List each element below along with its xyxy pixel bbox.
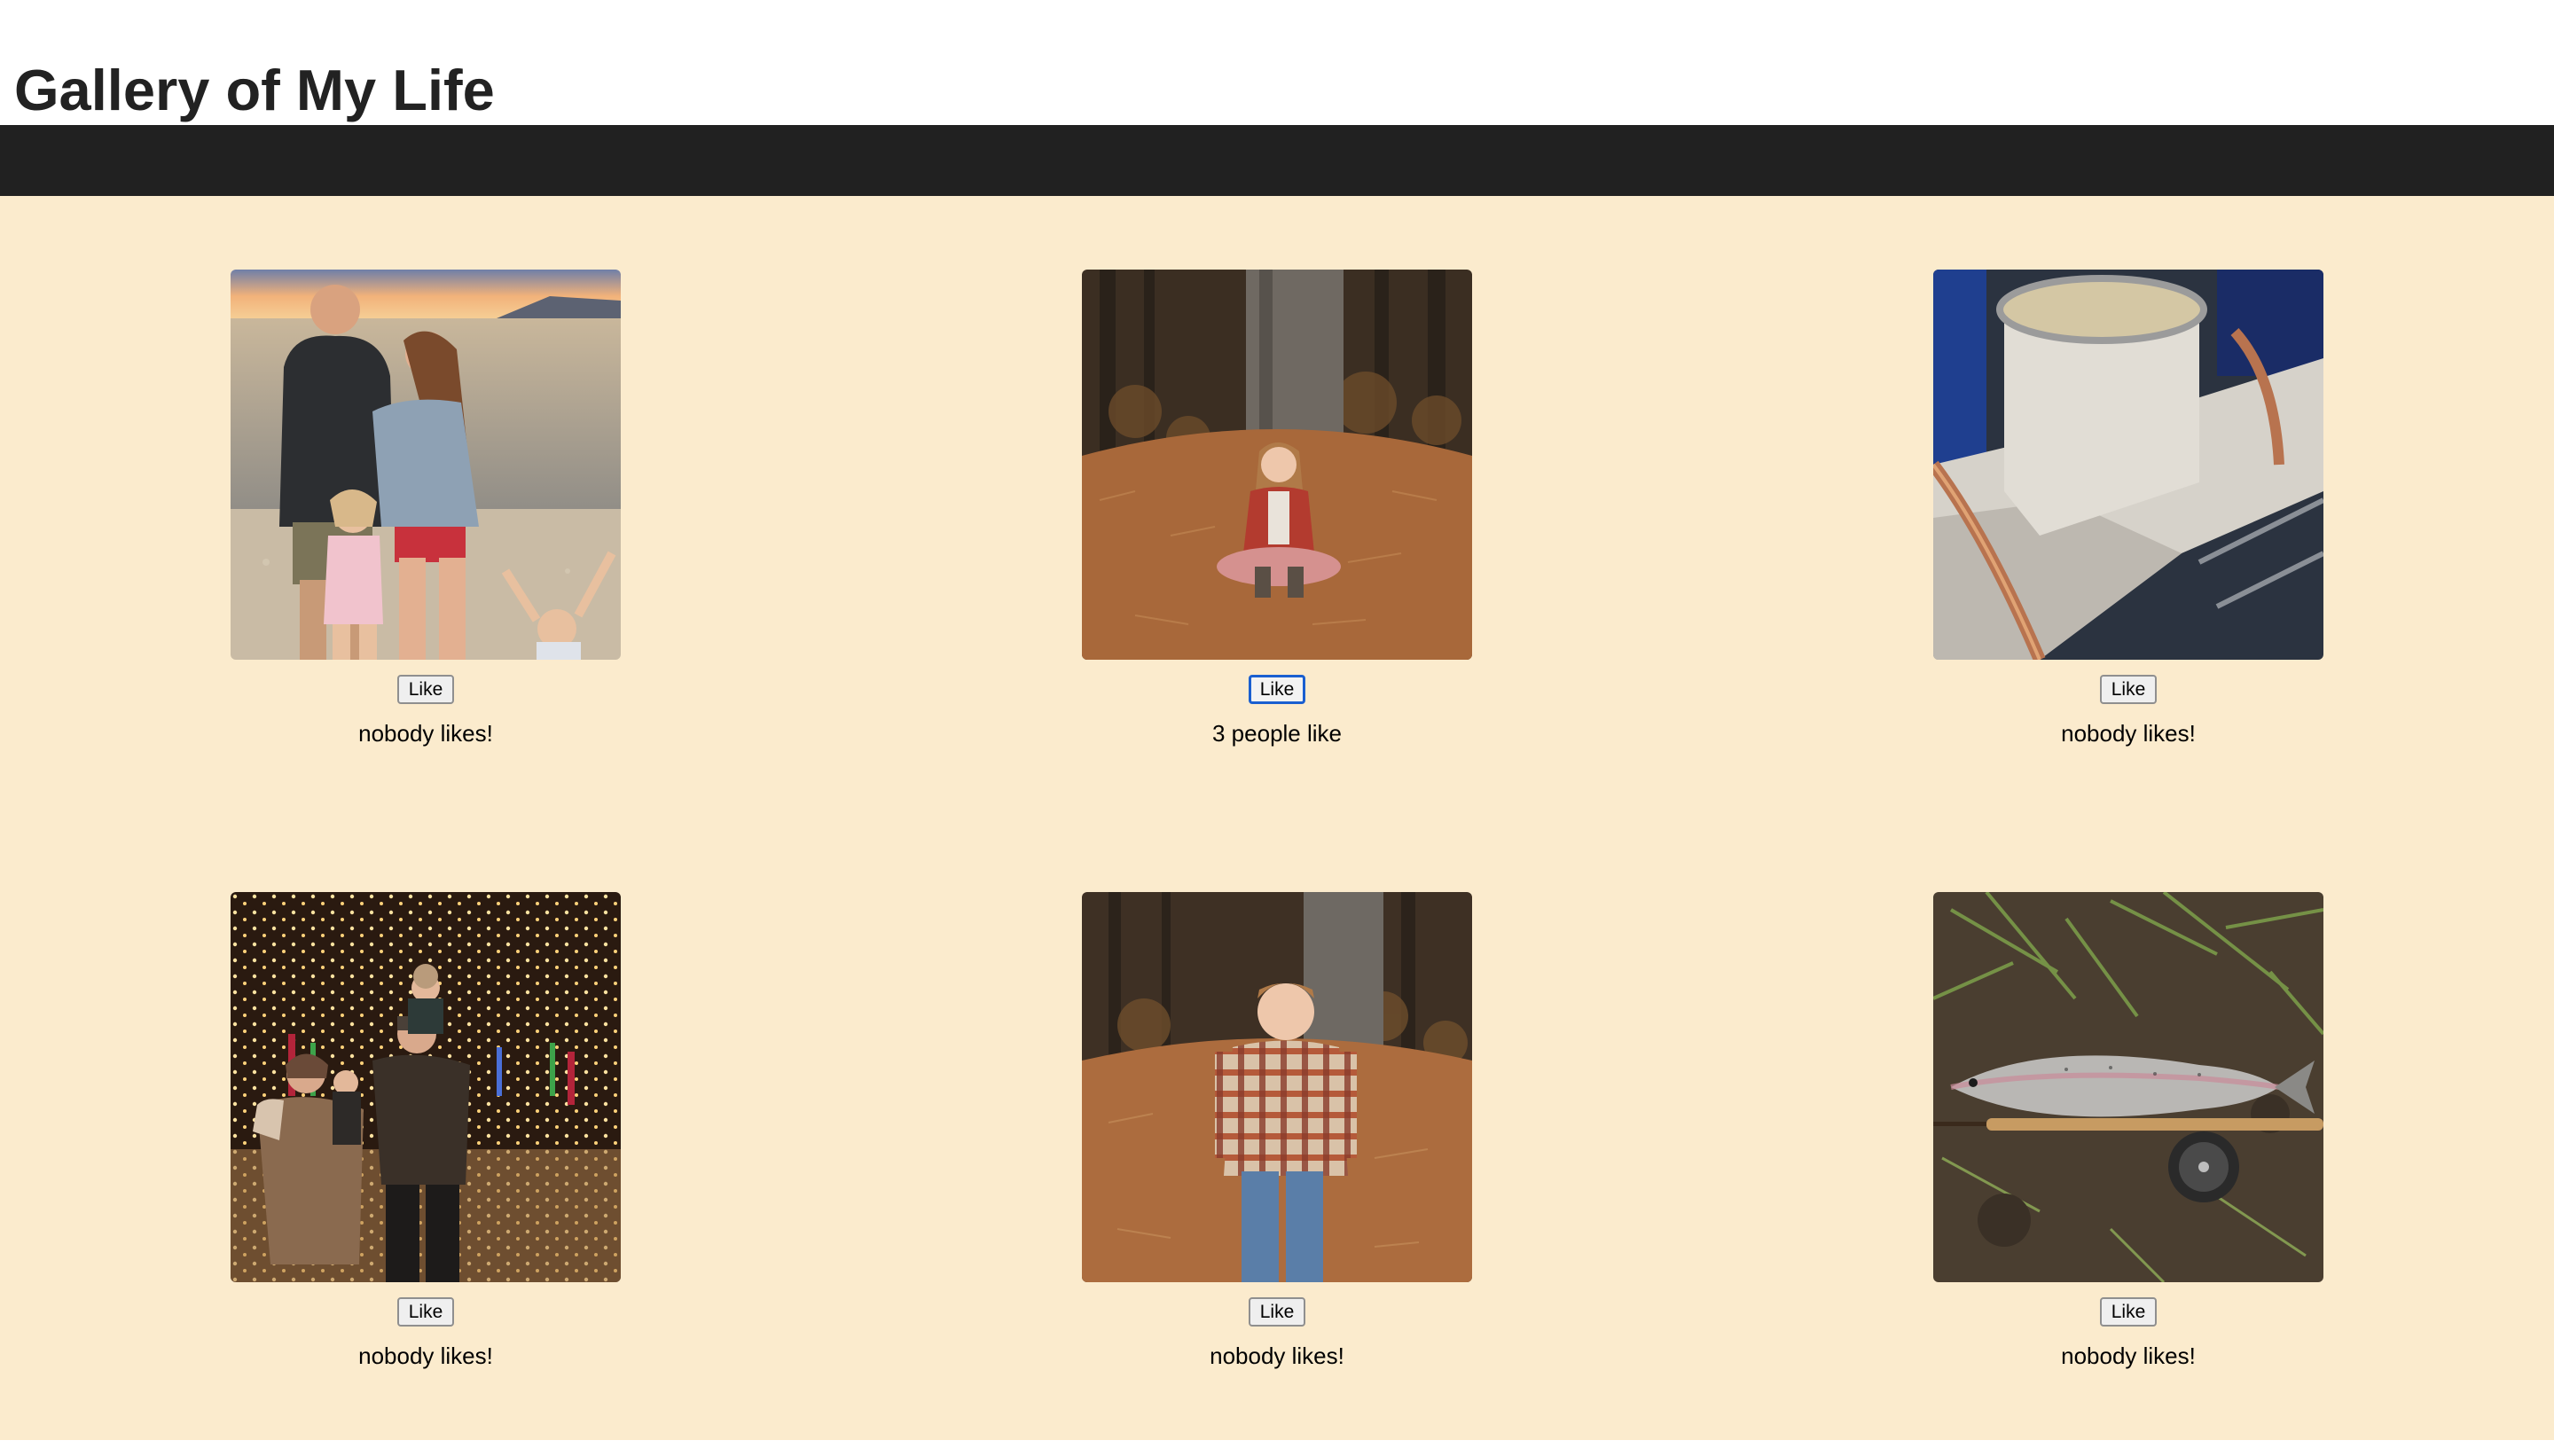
likes-count-text: nobody likes! <box>2061 720 2196 747</box>
likes-count-text: 3 people like <box>1212 720 1342 747</box>
gallery-card: Like nobody likes! <box>1933 270 2323 766</box>
family-beach-sunset-photo <box>231 270 621 660</box>
boy-in-plaid-shirt-photo <box>1082 892 1472 1282</box>
like-button[interactable]: Like <box>397 675 454 704</box>
likes-count-text: nobody likes! <box>358 720 493 747</box>
likes-count-text: nobody likes! <box>358 1342 493 1369</box>
welded-pipe-tee-photo <box>1933 270 2323 660</box>
gallery-card: Like nobody likes! <box>1082 892 1472 1389</box>
like-button[interactable]: Like <box>1249 1297 1305 1327</box>
gallery: Like nobody likes! Like 3 people like Li… <box>0 196 2554 1440</box>
trout-and-fly-rod-photo <box>1933 892 2323 1282</box>
gallery-card: Like nobody likes! <box>231 270 621 766</box>
like-button[interactable]: Like <box>2100 1297 2157 1327</box>
page-title: Gallery of My Life <box>14 58 495 122</box>
gallery-card: Like nobody likes! <box>231 892 621 1389</box>
page-footer-strip <box>0 1440 2554 1456</box>
like-button[interactable]: Like <box>2100 675 2157 704</box>
gallery-card: Like nobody likes! <box>1933 892 2323 1389</box>
likes-count-text: nobody likes! <box>1210 1342 1344 1369</box>
like-button[interactable]: Like <box>397 1297 454 1327</box>
family-christmas-lights-photo <box>231 892 621 1282</box>
likes-count-text: nobody likes! <box>2061 1342 2196 1369</box>
girl-sitting-in-pine-needles-photo <box>1082 270 1472 660</box>
page-header: Gallery of My Life <box>0 0 2554 125</box>
gallery-card: Like 3 people like <box>1082 270 1472 766</box>
like-button[interactable]: Like <box>1249 675 1305 704</box>
navbar <box>0 125 2554 196</box>
